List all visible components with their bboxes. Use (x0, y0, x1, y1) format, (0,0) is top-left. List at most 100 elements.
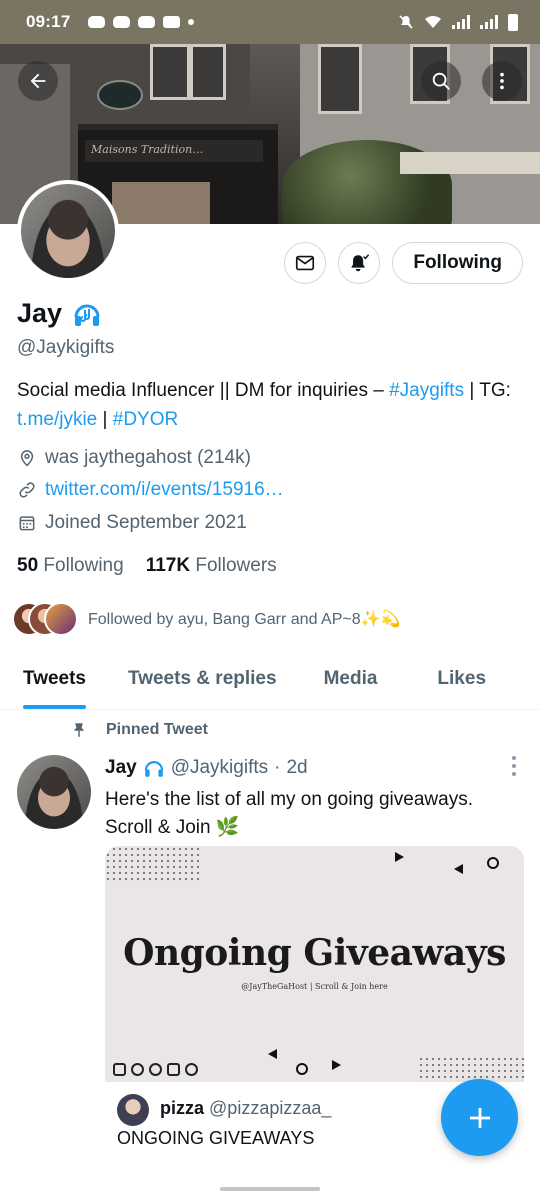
play-left-icon (268, 1049, 277, 1059)
back-button[interactable] (18, 61, 58, 101)
compose-plus-icon (469, 1107, 490, 1128)
youtube-icon (163, 16, 181, 28)
tab-tweets[interactable]: Tweets (23, 650, 87, 709)
profile-tabs: Tweets Tweets & replies Media Likes (0, 650, 540, 710)
more-vertical-icon (500, 72, 504, 90)
hashtag-link[interactable]: #DYOR (113, 409, 178, 430)
bio-text: | TG: (464, 380, 511, 401)
tweet-media-image[interactable]: Ongoing Giveaways @JayTheGaHost | Scroll… (105, 846, 524, 1082)
tweet-author-handle[interactable]: @Jaykigifts (171, 757, 268, 779)
following-label: Following (43, 555, 124, 576)
hashtag-link[interactable]: #Jaygifts (389, 380, 464, 401)
tweet-time[interactable]: 2d (286, 757, 307, 779)
profile-handle: @Jaykigifts (17, 337, 115, 358)
display-name: Jay (17, 298, 63, 328)
play-right-icon (332, 1060, 341, 1070)
tweet-text: Here's the list of all my on going givea… (105, 789, 473, 838)
search-button[interactable] (421, 61, 461, 101)
pinned-tweet-label: Pinned Tweet (70, 721, 208, 739)
tweet-author-name[interactable]: Jay (105, 757, 137, 779)
profile-name: Jay (17, 298, 102, 329)
home-indicator[interactable] (220, 1187, 320, 1191)
profile-actions: Following (284, 242, 523, 284)
joined-text: Joined September 2021 (45, 512, 247, 533)
play-left-icon (454, 864, 463, 874)
signal-icon (452, 15, 470, 29)
profile-bio: Social media Influencer || DM for inquir… (17, 376, 527, 434)
following-stat[interactable]: 50 Following (17, 555, 124, 577)
status-bar: 09:17 (0, 0, 540, 44)
bell-subscribed-icon (351, 254, 370, 272)
discord-icon (185, 1063, 198, 1076)
telegram-icon (167, 1063, 180, 1076)
discord-icon (138, 16, 156, 28)
website-link[interactable]: twitter.com/i/events/15916… (45, 479, 284, 501)
shop-sign: Maisons Tradition… (85, 140, 263, 162)
ring-icon (296, 1063, 308, 1075)
discord-icon (113, 16, 131, 28)
tab-media[interactable]: Media (324, 650, 378, 708)
more-options-button[interactable] (482, 61, 522, 101)
follower-facepile (12, 602, 78, 636)
profile-joined: Joined September 2021 (17, 512, 247, 534)
notifications-toggle-button[interactable] (338, 242, 381, 284)
media-subtitle: @JayTheGaHost | Scroll & Join here (241, 982, 388, 991)
location-text: was jaythegahost (214k) (45, 447, 251, 468)
status-time: 09:17 (26, 12, 71, 31)
following-count: 50 (17, 555, 39, 576)
profile-avatar[interactable] (17, 180, 119, 282)
headphones-icon (144, 761, 163, 777)
followers-stat[interactable]: 117K Followers (146, 555, 277, 577)
signal-icon (480, 15, 498, 29)
followed-by[interactable]: Followed by ayu, Bang Garr and AP~8✨💫 (12, 602, 400, 636)
location-icon (20, 450, 34, 467)
quoted-text: ONGOING GIVEAWAYS (117, 1128, 315, 1148)
twitter-icon (131, 1063, 144, 1076)
tweet-header: Jay @Jaykigifts · 2d (105, 757, 308, 779)
facebook-icon (149, 1063, 162, 1076)
profile-website[interactable]: twitter.com/i/events/15916… (17, 479, 284, 501)
play-right-icon (395, 852, 404, 862)
more-notifications-dot-icon (188, 19, 195, 25)
system-icons (398, 13, 518, 31)
avatar (117, 1094, 149, 1126)
social-icons (113, 1063, 198, 1076)
calendar-icon (19, 516, 35, 531)
search-icon (432, 72, 450, 90)
instagram-icon (113, 1063, 126, 1076)
bio-text: | (97, 409, 113, 430)
tab-tweets-replies[interactable]: Tweets & replies (128, 650, 277, 708)
mute-icon (399, 15, 413, 29)
message-button[interactable] (284, 242, 327, 284)
notification-icons (88, 16, 195, 28)
telegram-link[interactable]: t.me/jykie (17, 409, 97, 430)
followers-count: 117K (145, 555, 191, 576)
tab-likes[interactable]: Likes (437, 650, 486, 708)
quoted-author-name: pizza (160, 1098, 205, 1118)
quoted-author-handle: @pizzapizzaa_ (209, 1098, 332, 1118)
back-arrow-icon (30, 73, 46, 89)
compose-tweet-button[interactable] (441, 1079, 518, 1156)
tweet-more-button[interactable] (512, 756, 518, 776)
followed-by-text: Followed by ayu, Bang Garr and AP~8✨💫 (88, 611, 401, 628)
followers-label: Followers (195, 555, 277, 576)
avatar (44, 602, 78, 636)
tweet-author-avatar[interactable] (17, 755, 91, 829)
ring-icon (487, 857, 499, 869)
battery-icon (508, 13, 518, 31)
discord-icon (88, 16, 106, 28)
headphones-icon (74, 304, 100, 326)
profile-stats: 50 Following 117K Followers (17, 555, 277, 577)
pinned-text: Pinned Tweet (106, 721, 208, 738)
pin-icon (73, 723, 85, 737)
profile-location: was jaythegahost (214k) (17, 447, 251, 469)
bio-text: Social media Influencer || DM for inquir… (17, 380, 390, 401)
wifi-icon (425, 15, 441, 28)
quoted-author: pizza @pizzapizzaa_ (160, 1098, 331, 1119)
mail-icon (296, 255, 315, 271)
tweet-time-separator: · (274, 757, 281, 778)
restaurant-sign (97, 80, 143, 110)
following-button[interactable]: Following (392, 242, 523, 284)
link-icon (19, 482, 35, 498)
media-title: Ongoing Giveaways (123, 932, 506, 974)
